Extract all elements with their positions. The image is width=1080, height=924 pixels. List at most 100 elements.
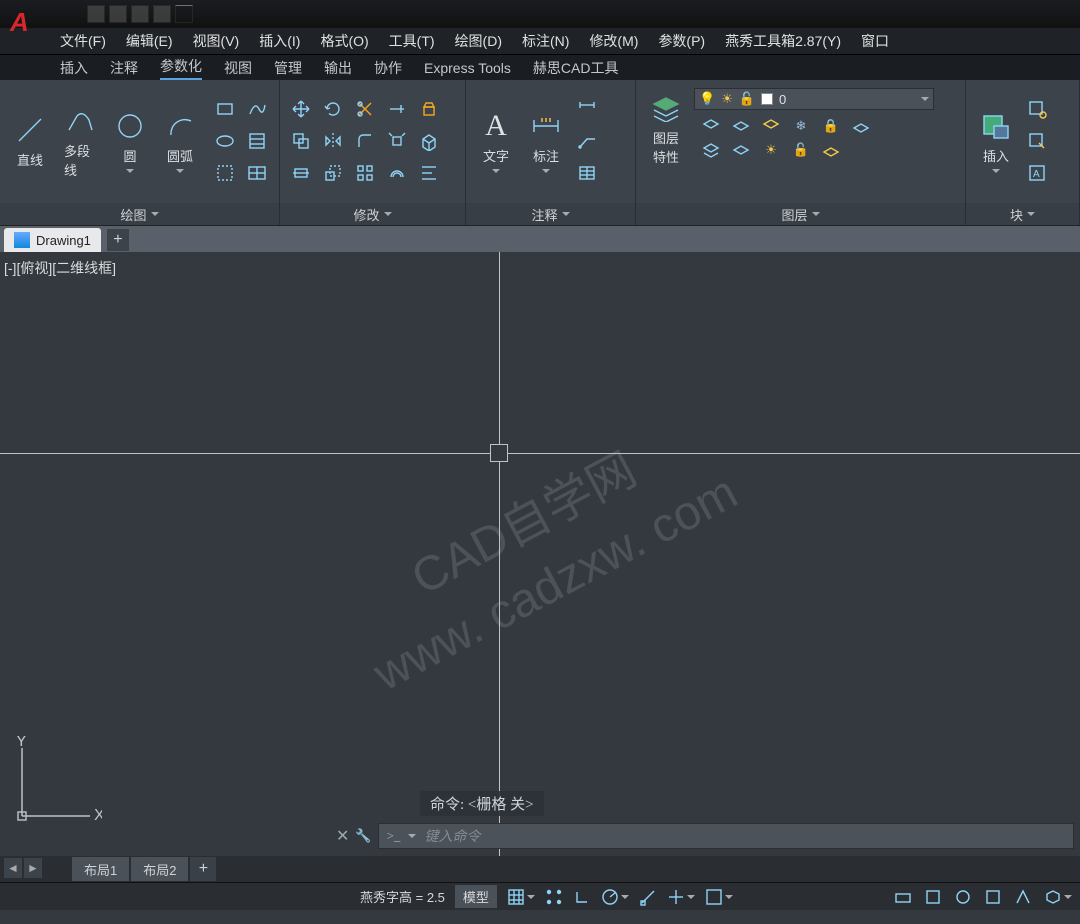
layer-match-icon[interactable] bbox=[700, 116, 722, 136]
status-iso-icon[interactable] bbox=[1044, 888, 1072, 906]
tab-collab[interactable]: 协作 bbox=[374, 58, 402, 78]
new-doc-button[interactable]: + bbox=[107, 229, 129, 251]
menu-insert[interactable]: 插入(I) bbox=[259, 31, 300, 51]
layer-dropdown[interactable]: 💡 ☀ 🔓 0 bbox=[694, 88, 934, 110]
tool-attr-icon[interactable]: A bbox=[1024, 160, 1050, 186]
tool-ellipse-icon[interactable] bbox=[212, 128, 238, 154]
status-dyn-icon[interactable] bbox=[894, 888, 912, 906]
tool-spline-icon[interactable] bbox=[244, 96, 270, 122]
tab-parametric[interactable]: 参数化 bbox=[160, 56, 202, 80]
tool-table2-icon[interactable] bbox=[574, 160, 600, 186]
layout-tab-1[interactable]: 布局1 bbox=[72, 857, 129, 881]
panel-block-expand-icon[interactable] bbox=[1027, 212, 1035, 216]
panel-draw-expand-icon[interactable] bbox=[151, 212, 159, 216]
tab-view[interactable]: 视图 bbox=[224, 58, 252, 78]
arc-dropdown-icon[interactable] bbox=[176, 169, 184, 173]
layer-merge-icon[interactable] bbox=[700, 140, 722, 160]
tool-rotate-icon[interactable] bbox=[320, 96, 346, 122]
layer-walk-icon[interactable] bbox=[730, 140, 752, 160]
tool-edit-block-icon[interactable] bbox=[1024, 128, 1050, 154]
tool-offset-icon[interactable] bbox=[384, 160, 410, 186]
menu-tools[interactable]: 工具(T) bbox=[389, 31, 435, 51]
tool-stretch-icon[interactable] bbox=[288, 160, 314, 186]
tool-trim-icon[interactable] bbox=[352, 96, 378, 122]
qat-new-icon[interactable] bbox=[87, 5, 105, 23]
qat-open-icon[interactable] bbox=[109, 5, 127, 23]
layer-off-icon[interactable] bbox=[850, 116, 872, 136]
status-polar-icon[interactable] bbox=[601, 888, 629, 906]
qat-share-icon[interactable] bbox=[153, 5, 171, 23]
tab-manage[interactable]: 管理 bbox=[274, 58, 302, 78]
tool-rectangle-icon[interactable] bbox=[212, 96, 238, 122]
status-grid-icon[interactable] bbox=[507, 888, 535, 906]
status-lwt-icon[interactable] bbox=[705, 888, 733, 906]
layer-lock2-icon[interactable]: 🔒 bbox=[820, 116, 842, 136]
circle-dropdown-icon[interactable] bbox=[126, 169, 134, 173]
tool-insert-block[interactable]: 插入 bbox=[974, 106, 1018, 177]
menu-file[interactable]: 文件(F) bbox=[60, 31, 106, 51]
status-model-button[interactable]: 模型 bbox=[455, 885, 497, 908]
tool-leader-icon[interactable] bbox=[574, 96, 600, 122]
tool-mleader-icon[interactable] bbox=[574, 128, 600, 154]
viewport-label[interactable]: [-][俯视][二维线框] bbox=[4, 258, 116, 278]
status-text-height[interactable]: 燕秀字高 = 2.5 bbox=[360, 887, 445, 906]
tab-output[interactable]: 输出 bbox=[324, 58, 352, 78]
tool-scale-icon[interactable] bbox=[320, 160, 346, 186]
insert-dropdown-icon[interactable] bbox=[992, 169, 1000, 173]
panel-modify-expand-icon[interactable] bbox=[384, 212, 392, 216]
menu-modify[interactable]: 修改(M) bbox=[589, 31, 638, 51]
status-anno-icon[interactable] bbox=[1014, 888, 1032, 906]
menu-format[interactable]: 格式(O) bbox=[320, 31, 368, 51]
tool-line[interactable]: 直线 bbox=[8, 110, 52, 173]
status-ws-icon[interactable] bbox=[984, 888, 1002, 906]
layer-isolate-icon[interactable] bbox=[760, 116, 782, 136]
tool-explode-icon[interactable] bbox=[384, 128, 410, 154]
tab-annotate[interactable]: 注释 bbox=[110, 58, 138, 78]
tool-move-icon[interactable] bbox=[288, 96, 314, 122]
tab-insert[interactable]: 插入 bbox=[60, 58, 88, 78]
tool-copy-icon[interactable] bbox=[288, 128, 314, 154]
tool-table-icon[interactable] bbox=[244, 160, 270, 186]
doc-tab-drawing1[interactable]: Drawing1 bbox=[4, 228, 101, 252]
menu-view[interactable]: 视图(V) bbox=[193, 31, 240, 51]
status-otrack-icon[interactable] bbox=[667, 888, 695, 906]
layout-add-button[interactable]: + bbox=[190, 857, 216, 881]
command-input[interactable]: >_ 键入命令 bbox=[378, 823, 1074, 849]
ucs-icon[interactable]: Y X bbox=[12, 736, 102, 826]
tool-arc[interactable]: 圆弧 bbox=[158, 106, 202, 177]
cmdline-close-icon[interactable]: ✕ bbox=[336, 826, 349, 846]
tool-fillet-icon[interactable] bbox=[352, 128, 378, 154]
text-dropdown-icon[interactable] bbox=[492, 169, 500, 173]
tool-array-icon[interactable] bbox=[352, 160, 378, 186]
qat-save-icon[interactable] bbox=[131, 5, 149, 23]
menu-param[interactable]: 参数(P) bbox=[658, 31, 705, 51]
cmdline-config-icon[interactable]: 🔧 bbox=[355, 828, 371, 844]
layer-combo-dropdown-icon[interactable] bbox=[921, 97, 929, 101]
status-qp-icon[interactable] bbox=[924, 888, 942, 906]
status-snap-icon[interactable] bbox=[545, 888, 563, 906]
menu-draw[interactable]: 绘图(D) bbox=[455, 31, 502, 51]
dim-dropdown-icon[interactable] bbox=[542, 169, 550, 173]
layer-freeze-icon[interactable]: ❄ bbox=[790, 116, 812, 136]
tool-region-icon[interactable] bbox=[212, 160, 238, 186]
layer-thaw-icon[interactable]: ☀ bbox=[760, 140, 782, 160]
status-osnap-icon[interactable] bbox=[639, 888, 657, 906]
drawing-canvas[interactable]: [-][俯视][二维线框] CAD自学网www. cadzxw. com Y X… bbox=[0, 252, 1080, 856]
menu-dimension[interactable]: 标注(N) bbox=[522, 31, 569, 51]
tool-hatch-icon[interactable] bbox=[244, 128, 270, 154]
layout-tab-2[interactable]: 布局2 bbox=[131, 857, 188, 881]
tool-text[interactable]: A 文字 bbox=[474, 106, 518, 177]
tool-circle[interactable]: 圆 bbox=[108, 106, 152, 177]
command-history-dropdown-icon[interactable] bbox=[408, 834, 416, 838]
tool-dimension[interactable]: 标注 bbox=[524, 106, 568, 177]
menu-window[interactable]: 窗口 bbox=[861, 31, 889, 51]
tool-create-block-icon[interactable] bbox=[1024, 96, 1050, 122]
tool-layer-properties[interactable]: 图层 特性 bbox=[644, 88, 688, 170]
tab-hesi[interactable]: 赫思CAD工具 bbox=[533, 58, 619, 78]
status-sc-icon[interactable] bbox=[954, 888, 972, 906]
layout-prev-icon[interactable]: ◄ bbox=[4, 858, 22, 878]
tab-express[interactable]: Express Tools bbox=[424, 60, 511, 76]
tool-box-icon[interactable] bbox=[416, 128, 442, 154]
tool-mirror-icon[interactable] bbox=[320, 128, 346, 154]
layer-unlock2-icon[interactable]: 🔓 bbox=[790, 140, 812, 160]
